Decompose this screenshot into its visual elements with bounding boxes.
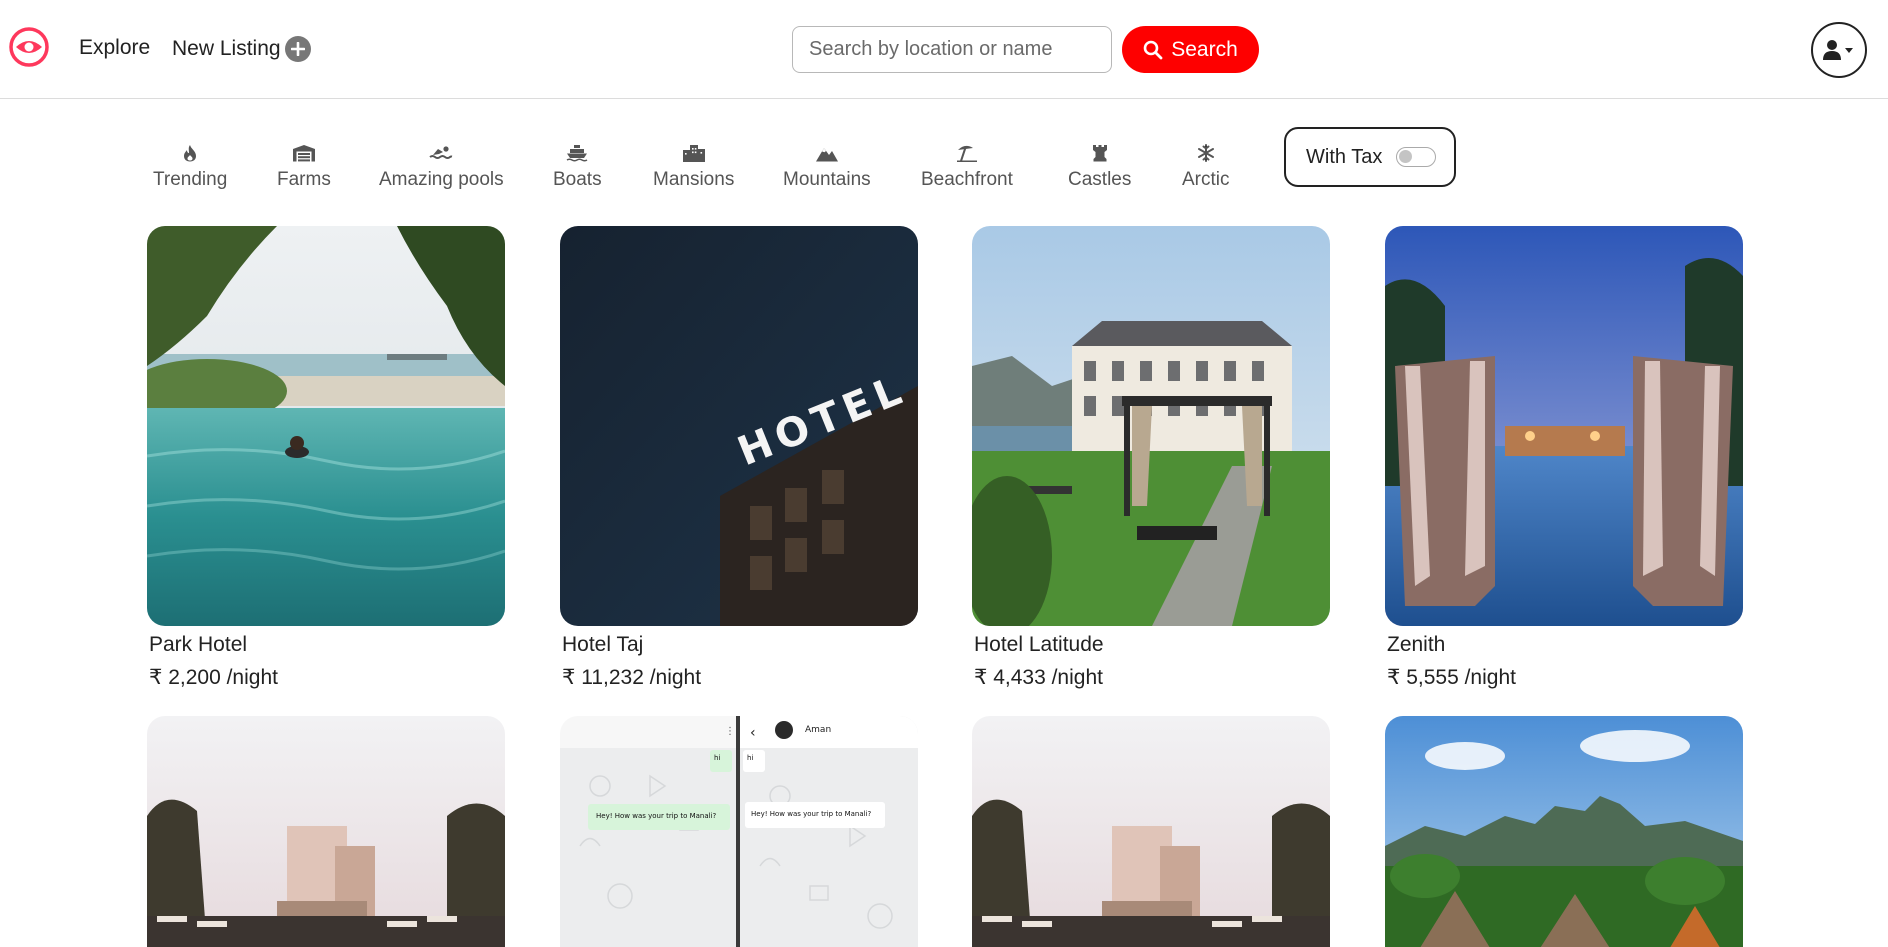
- listing-image[interactable]: [972, 226, 1330, 626]
- search-button[interactable]: Search: [1122, 26, 1259, 73]
- new-listing-label: New Listing: [172, 37, 281, 60]
- listing-image[interactable]: [972, 716, 1330, 947]
- filter-beachfront[interactable]: Beachfront: [921, 140, 1013, 191]
- listing-image[interactable]: [1385, 716, 1743, 947]
- switch-knob: [1399, 150, 1413, 163]
- chat-message-hi: hi: [747, 754, 753, 762]
- search-icon: [1143, 40, 1163, 59]
- listing-card[interactable]: [972, 716, 1330, 947]
- svg-text:⋮: ⋮: [725, 726, 735, 737]
- chat-message: Hey! How was your trip to Manali?: [751, 810, 872, 818]
- listing-image[interactable]: [1385, 226, 1743, 626]
- user-icon: [1823, 40, 1853, 60]
- listing-image[interactable]: HOTEL: [560, 226, 918, 626]
- filter-label: Mansions: [653, 169, 735, 190]
- chat-message-hi: hi: [714, 754, 720, 762]
- listing-card[interactable]: [147, 716, 505, 947]
- filter-amazing-pools[interactable]: Amazing pools: [379, 140, 504, 191]
- listing-card[interactable]: HOTEL Hotel Taj ₹ 11,232 /night: [560, 226, 918, 690]
- filter-label: Mountains: [783, 169, 871, 190]
- filter-castles[interactable]: Castles: [1068, 140, 1131, 191]
- listing-card[interactable]: ⋮ ‹ Aman hi hi Hey! How was your trip to…: [560, 716, 918, 947]
- listing-price: ₹ 2,200 /night: [149, 666, 278, 689]
- user-menu-button[interactable]: [1811, 22, 1867, 78]
- filter-boats[interactable]: Boats: [553, 140, 602, 191]
- snowflake-icon: [1197, 140, 1215, 166]
- mountain-icon: [815, 140, 839, 166]
- listing-name: Hotel Latitude: [974, 633, 1104, 656]
- filter-farms[interactable]: Farms: [277, 140, 331, 191]
- listing-image[interactable]: ⋮ ‹ Aman hi hi Hey! How was your trip to…: [560, 716, 918, 947]
- brand-logo-icon[interactable]: [8, 26, 50, 68]
- tax-toggle-label: With Tax: [1306, 145, 1383, 168]
- listing-image[interactable]: [147, 716, 505, 947]
- listing-name: Zenith: [1387, 633, 1446, 656]
- listing-price: ₹ 11,232 /night: [562, 666, 702, 689]
- tax-switch[interactable]: [1396, 147, 1437, 167]
- listing-card[interactable]: Hotel Latitude ₹ 4,433 /night: [972, 226, 1330, 690]
- chat-message: Hey! How was your trip to Manali?: [596, 812, 717, 820]
- filter-arctic[interactable]: Arctic: [1182, 140, 1230, 191]
- umbrella-beach-icon: [955, 140, 979, 166]
- ship-icon: [566, 140, 588, 166]
- listing-card[interactable]: Park Hotel ₹ 2,200 /night: [147, 226, 505, 690]
- filter-label: Boats: [553, 169, 602, 190]
- listing-card[interactable]: Zenith ₹ 5,555 /night: [1385, 226, 1743, 690]
- caret-down-icon: [1845, 48, 1853, 53]
- swimmer-icon: [429, 140, 453, 166]
- navbar: Explore New Listing Search: [0, 0, 1888, 99]
- fire-icon: [182, 140, 198, 166]
- filter-label: Trending: [153, 169, 228, 190]
- filter-trending[interactable]: Trending: [153, 140, 227, 191]
- listing-price: ₹ 5,555 /night: [1387, 666, 1516, 689]
- explore-link[interactable]: Explore: [79, 36, 150, 60]
- listing-image[interactable]: [147, 226, 505, 626]
- search-button-label: Search: [1171, 37, 1238, 61]
- listing-name: Park Hotel: [149, 633, 248, 656]
- tax-toggle[interactable]: With Tax: [1284, 127, 1456, 187]
- chat-contact-name: Aman: [805, 725, 831, 735]
- filter-label: Beachfront: [921, 169, 1013, 190]
- warehouse-icon: [292, 140, 316, 166]
- chess-rook-icon: [1092, 140, 1108, 166]
- listing-name: Hotel Taj: [562, 633, 644, 656]
- filter-label: Amazing pools: [379, 169, 504, 190]
- new-listing-link[interactable]: New Listing: [172, 36, 311, 62]
- filter-label: Castles: [1068, 169, 1132, 190]
- filter-label: Arctic: [1182, 169, 1230, 190]
- svg-text:‹: ‹: [750, 725, 756, 741]
- search-input[interactable]: [792, 26, 1112, 73]
- listing-card[interactable]: [1385, 716, 1743, 947]
- filter-mountains[interactable]: Mountains: [783, 140, 871, 191]
- filter-mansions[interactable]: Mansions: [653, 140, 734, 191]
- listing-price: ₹ 4,433 /night: [974, 666, 1103, 689]
- filter-label: Farms: [277, 169, 331, 190]
- plus-circle-icon: [284, 36, 311, 62]
- city-icon: [682, 140, 706, 166]
